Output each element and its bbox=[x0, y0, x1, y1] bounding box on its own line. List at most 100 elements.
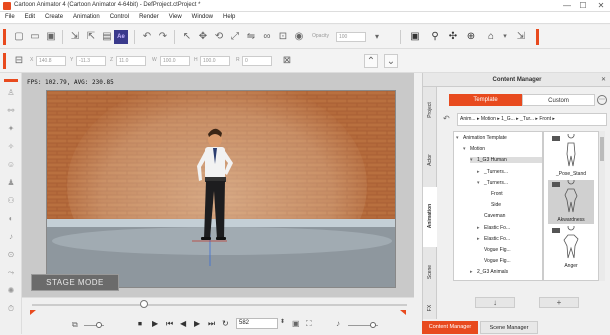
save-icon[interactable]: ▣ bbox=[44, 30, 58, 44]
menu-render[interactable]: Render bbox=[134, 12, 164, 22]
play-icon[interactable]: ▶ bbox=[152, 319, 158, 328]
tab-actor[interactable]: Actor bbox=[423, 137, 437, 185]
frame-spin-icon[interactable]: ⬍ bbox=[280, 318, 285, 325]
pin-icon[interactable]: ⚲ bbox=[428, 30, 442, 44]
bone-tool-icon[interactable]: ⚯ bbox=[4, 105, 18, 117]
menu-edit[interactable]: Edit bbox=[20, 12, 40, 22]
tab-content-manager[interactable]: Content Manager bbox=[422, 321, 478, 334]
frame-input[interactable]: 582 bbox=[236, 318, 278, 329]
fit-view-icon[interactable]: ⇲ bbox=[514, 30, 528, 44]
tree-item[interactable]: ▾ 1_G3 Human bbox=[470, 157, 542, 164]
stop-icon[interactable]: ⏹ bbox=[138, 319, 142, 329]
thumbnail-item[interactable]: Anger bbox=[548, 223, 594, 270]
camera-tool-icon[interactable]: ⊙ bbox=[4, 249, 18, 261]
expand-arrow-icon[interactable]: ▾ bbox=[463, 146, 470, 152]
expand-arrow-icon[interactable]: ▸ bbox=[470, 269, 477, 275]
h-input[interactable]: 100.0 bbox=[200, 56, 230, 66]
move-view-icon[interactable]: ✣ bbox=[446, 30, 460, 44]
zoom-view-icon[interactable]: ⊕ bbox=[464, 30, 478, 44]
breadcrumb[interactable]: Anim... ▸ Motion ▸ 1_G... ▸ _Tur... ▸ Fr… bbox=[457, 113, 607, 126]
after-effects-button[interactable]: Ae bbox=[114, 30, 128, 44]
expand-arrow-icon[interactable]: ▸ bbox=[477, 225, 484, 231]
lip-sync-icon[interactable]: ♪ bbox=[4, 231, 18, 243]
render-icon[interactable]: ▤ bbox=[100, 30, 114, 44]
expand-arrow-icon[interactable]: ▸ bbox=[477, 236, 484, 242]
rotate-tool-icon[interactable]: ⟲ bbox=[212, 30, 226, 44]
home-dropdown-icon[interactable]: ▾ bbox=[498, 30, 512, 44]
speed-slider-knob[interactable] bbox=[96, 322, 102, 328]
next-frame-icon[interactable]: ▶ bbox=[194, 319, 200, 328]
import-icon[interactable]: ⇲ bbox=[68, 30, 82, 44]
reset-transform-icon[interactable]: ⊠ bbox=[280, 54, 294, 68]
panel-close-icon[interactable]: ✕ bbox=[601, 76, 606, 83]
tab-fx[interactable]: FX bbox=[423, 299, 437, 319]
tab-template[interactable]: Template bbox=[449, 94, 522, 106]
expand-arrow-icon[interactable]: ▾ bbox=[470, 157, 477, 163]
motion-tool-icon[interactable]: ✧ bbox=[4, 141, 18, 153]
scale-tool-icon[interactable]: ⤢ bbox=[228, 30, 242, 44]
menu-help[interactable]: Help bbox=[218, 12, 240, 22]
menu-view[interactable]: View bbox=[164, 12, 187, 22]
expand-arrow-icon[interactable]: ▸ bbox=[477, 169, 484, 175]
tree-item[interactable]: ▾ _Turners... bbox=[477, 180, 542, 186]
tab-scene-manager[interactable]: Scene Manager bbox=[480, 321, 538, 334]
timeline-scrubber[interactable] bbox=[140, 300, 148, 308]
collapse-down-icon[interactable]: ⌄ bbox=[384, 54, 398, 68]
minimize-button[interactable]: — bbox=[560, 1, 574, 11]
select-tool-icon[interactable]: ↖ bbox=[180, 30, 194, 44]
stage-mode-badge[interactable]: STAGE MODE bbox=[31, 274, 119, 291]
tree-item[interactable]: ▾ Animation Template bbox=[456, 135, 542, 141]
new-file-icon[interactable]: ▢ bbox=[12, 30, 26, 44]
speed-icon[interactable]: ⧉ bbox=[72, 320, 78, 330]
tree-item[interactable]: ▾ Motion bbox=[463, 146, 542, 152]
more-options-icon[interactable]: ⋯ bbox=[597, 95, 607, 105]
tree-item[interactable]: Vogue Fig... bbox=[477, 258, 542, 264]
menu-create[interactable]: Create bbox=[40, 12, 68, 22]
collapse-up-icon[interactable]: ⌃ bbox=[364, 54, 378, 68]
close-button[interactable]: ✕ bbox=[594, 1, 608, 11]
loop-icon[interactable]: ↻ bbox=[222, 319, 229, 328]
tree-item[interactable]: ▸ 2_G3 Animals bbox=[470, 269, 542, 275]
effects-tool-icon[interactable]: ✺ bbox=[4, 285, 18, 297]
path-tool-icon[interactable]: ⤳ bbox=[4, 267, 18, 279]
menu-control[interactable]: Control bbox=[105, 12, 134, 22]
volume-icon[interactable]: ♪ bbox=[336, 319, 340, 328]
redo-icon[interactable]: ↷ bbox=[156, 30, 170, 44]
tree-item[interactable]: Caveman bbox=[477, 213, 542, 219]
x-input[interactable]: 140.8 bbox=[36, 56, 66, 66]
visibility-icon[interactable]: ◉ bbox=[292, 30, 306, 44]
thumbnail-item[interactable]: _Pose_Stand bbox=[548, 132, 594, 178]
expand-arrow-icon[interactable]: ▾ bbox=[456, 135, 463, 141]
y-input[interactable]: -11.3 bbox=[76, 56, 106, 66]
thumbnail-scroll-thumb[interactable] bbox=[600, 137, 604, 161]
timeline-track[interactable] bbox=[32, 304, 407, 306]
home-view-icon[interactable]: ⌂ bbox=[484, 30, 498, 44]
expand-arrow-icon[interactable]: ▾ bbox=[477, 180, 484, 186]
opacity-dropdown-icon[interactable]: ▾ bbox=[370, 30, 384, 44]
tree-item[interactable]: ▸ Elastic Fo... bbox=[477, 236, 542, 242]
tree-item[interactable]: Front bbox=[484, 191, 542, 197]
mocap-tool-icon[interactable]: ⚇ bbox=[4, 195, 18, 207]
character-tool-icon[interactable]: ♙ bbox=[4, 87, 18, 99]
back-icon[interactable]: ↶ bbox=[443, 114, 450, 123]
render-style-icon[interactable]: ◐ bbox=[4, 213, 18, 225]
menu-animation[interactable]: Animation bbox=[68, 12, 105, 22]
thumbnail-item-selected[interactable]: Akwardness bbox=[548, 177, 594, 224]
tab-animation[interactable]: Animation bbox=[423, 187, 437, 247]
w-input[interactable]: 100.0 bbox=[160, 56, 190, 66]
tab-scene[interactable]: Scene bbox=[423, 249, 437, 297]
download-button[interactable]: ↓ bbox=[475, 297, 515, 308]
flip-icon[interactable]: ⇋ bbox=[244, 30, 258, 44]
open-folder-icon[interactable]: ▭ bbox=[28, 30, 42, 44]
link-icon[interactable]: ∞ bbox=[260, 30, 274, 44]
first-frame-icon[interactable]: ⏮ bbox=[166, 319, 173, 329]
opacity-input[interactable]: 100 bbox=[336, 32, 366, 42]
screenshot-icon[interactable]: ▣ bbox=[292, 319, 300, 328]
face-tool-icon[interactable]: ☺ bbox=[4, 159, 18, 171]
last-frame-icon[interactable]: ⏭ bbox=[208, 319, 215, 329]
undo-icon[interactable]: ↶ bbox=[140, 30, 154, 44]
stage-canvas[interactable] bbox=[46, 90, 396, 288]
prev-frame-icon[interactable]: ◀ bbox=[180, 319, 186, 328]
r-input[interactable]: 0 bbox=[242, 56, 272, 66]
tab-project[interactable]: Project bbox=[423, 87, 437, 135]
